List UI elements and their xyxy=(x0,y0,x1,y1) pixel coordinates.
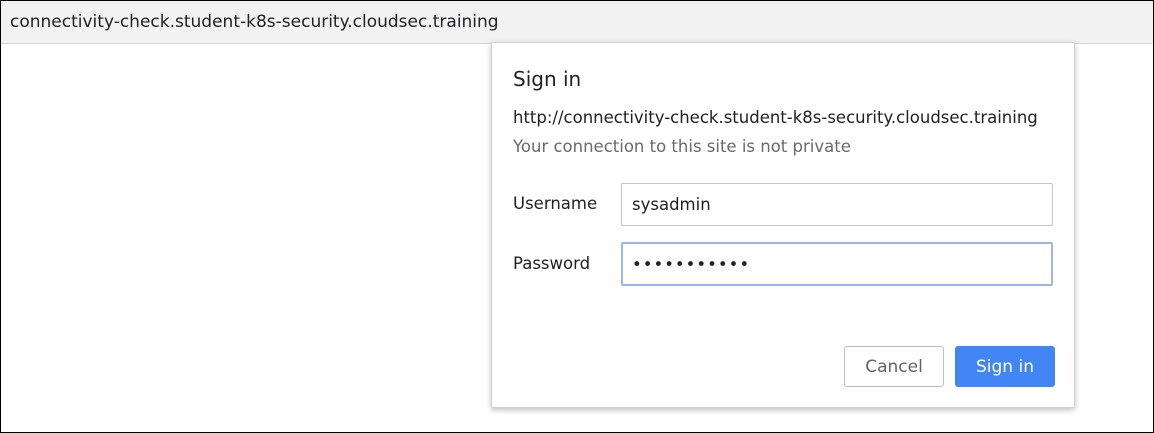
sign-in-button[interactable]: Sign in xyxy=(955,346,1055,387)
username-label: Username xyxy=(513,194,598,213)
password-label: Password xyxy=(513,254,591,273)
browser-window: connectivity-check.student-k8s-security.… xyxy=(0,0,1154,433)
address-bar[interactable]: connectivity-check.student-k8s-security.… xyxy=(1,1,1153,44)
sign-in-dialog: Sign in http://connectivity-check.studen… xyxy=(491,42,1075,408)
dialog-title: Sign in xyxy=(513,67,582,91)
connection-warning: Your connection to this site is not priv… xyxy=(513,137,851,156)
password-field[interactable] xyxy=(621,242,1053,286)
username-field[interactable] xyxy=(621,183,1053,226)
dialog-origin: http://connectivity-check.student-k8s-se… xyxy=(513,108,1038,127)
address-bar-url[interactable]: connectivity-check.student-k8s-security.… xyxy=(10,12,499,32)
cancel-button[interactable]: Cancel xyxy=(844,346,944,387)
